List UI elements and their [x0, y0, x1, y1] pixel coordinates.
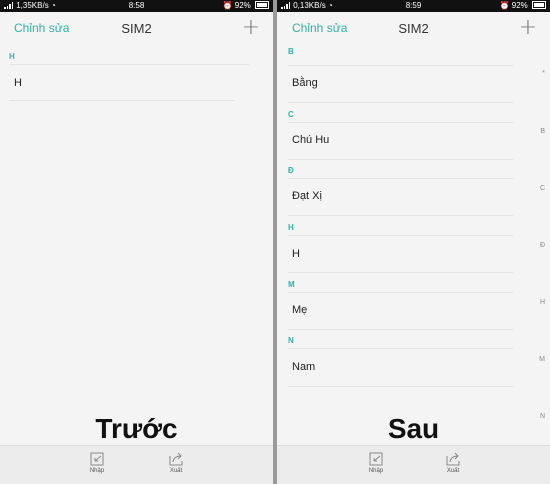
index-letter[interactable]: H [540, 299, 545, 306]
battery-percent: 92% [234, 1, 251, 10]
contact-item[interactable]: H [14, 77, 22, 89]
section-header-m: M [288, 280, 295, 289]
section-header-h: H [9, 52, 15, 61]
divider-line [288, 272, 513, 273]
status-bar: 1,35KB/s ◔ 8:58 ⏰ 92% [0, 0, 273, 12]
status-right: ⏰ 92% [223, 0, 269, 12]
divider-line [288, 235, 513, 236]
status-bar: 0,13KB/s ◔ 8:59 ⏰ 92% [277, 0, 550, 12]
caption-before: Trước [95, 413, 178, 444]
contact-item[interactable]: Mẹ [292, 304, 307, 316]
section-header-b: B [288, 47, 294, 56]
add-contact-button[interactable]: + [241, 17, 261, 39]
divider-line [9, 64, 249, 65]
import-label: Nhập [89, 468, 105, 474]
divider-line [288, 386, 513, 387]
import-label: Nhập [368, 468, 384, 474]
divider-line [288, 329, 513, 330]
caption-after: Sau [387, 413, 440, 444]
contact-item[interactable]: Nam [292, 361, 315, 373]
section-header-d: Đ [288, 166, 294, 175]
index-letter[interactable]: * [542, 70, 545, 77]
battery-icon [532, 1, 546, 9]
export-button[interactable]: Xuất [433, 452, 473, 474]
add-contact-button[interactable]: + [518, 17, 538, 39]
page-title: SIM2 [121, 21, 152, 36]
status-right: ⏰ 92% [500, 0, 546, 12]
divider-line [288, 65, 513, 66]
export-label: Xuất [446, 468, 460, 474]
index-letter[interactable]: M [539, 356, 545, 363]
section-header-n: N [288, 336, 294, 345]
before-screen: 1,35KB/s ◔ 8:58 ⏰ 92% Chỉnh sửa SIM2 + H… [0, 0, 273, 484]
app-bar: Chỉnh sửa SIM2 + [0, 12, 273, 46]
import-button[interactable]: Nhập [77, 452, 117, 474]
index-letter[interactable]: B [540, 128, 545, 135]
divider-line [9, 100, 235, 101]
alarm-icon: ⏰ [499, 1, 510, 10]
export-label: Xuất [169, 468, 183, 474]
contact-item[interactable]: Bằng [292, 77, 318, 89]
battery-icon [255, 1, 269, 9]
divider-line [288, 102, 513, 103]
app-bar: Chỉnh sửa SIM2 + [277, 12, 550, 46]
bottom-toolbar: Nhập Xuất [0, 445, 273, 484]
contact-item[interactable]: Chú Hu [292, 134, 329, 146]
index-letter[interactable]: Đ [540, 242, 545, 249]
page-title: SIM2 [398, 21, 429, 36]
divider-line [288, 215, 513, 216]
divider-line [288, 122, 513, 123]
bottom-toolbar: Nhập Xuất [277, 445, 550, 484]
section-header-h: H [288, 223, 294, 232]
index-letter[interactable]: C [540, 185, 545, 192]
export-button[interactable]: Xuất [156, 452, 196, 474]
divider-line [288, 292, 513, 293]
divider-line [288, 159, 513, 160]
divider-line [288, 178, 513, 179]
battery-percent: 92% [511, 1, 528, 10]
import-icon [90, 452, 104, 466]
after-screen: 0,13KB/s ◔ 8:59 ⏰ 92% Chỉnh sửa SIM2 + B… [277, 0, 550, 484]
import-button[interactable]: Nhập [356, 452, 396, 474]
contact-item[interactable]: H [292, 248, 300, 260]
export-icon [446, 452, 460, 466]
export-icon [169, 452, 183, 466]
import-icon [369, 452, 383, 466]
alarm-icon: ⏰ [222, 1, 233, 10]
section-header-c: C [288, 110, 294, 119]
contact-item[interactable]: Đạt Xị [292, 190, 322, 202]
divider-line [288, 348, 513, 349]
